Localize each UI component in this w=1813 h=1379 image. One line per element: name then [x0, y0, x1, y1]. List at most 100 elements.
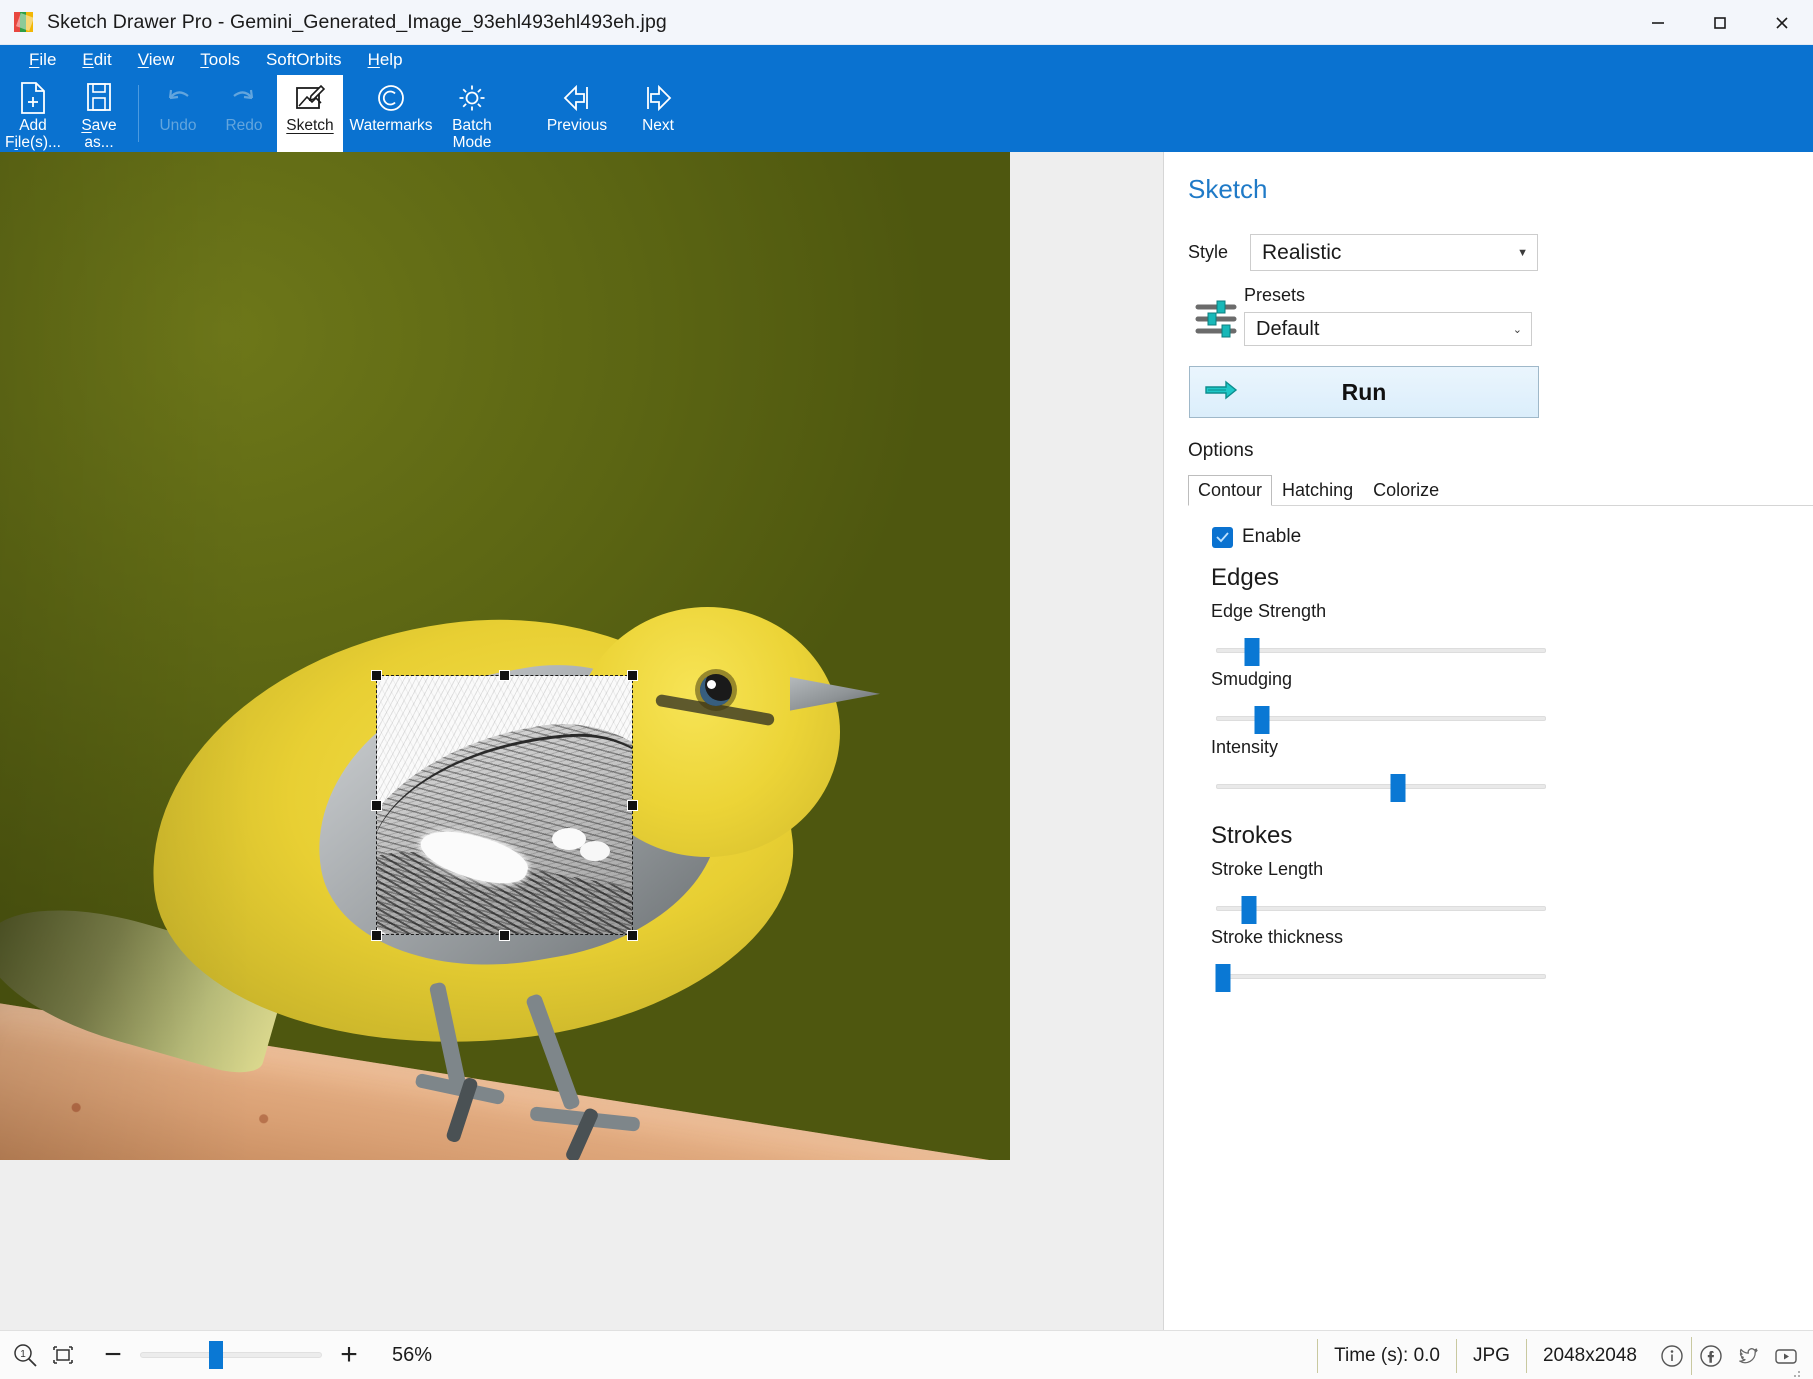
chevron-down-icon: ▼ [1517, 246, 1528, 259]
toolbar-undo-label: Undo [159, 117, 197, 134]
presets-row: Presets Default ⌄ [1188, 285, 1813, 346]
tab-contour[interactable]: Contour [1188, 475, 1273, 506]
menu-help[interactable]: Help [355, 48, 416, 72]
toolbar-watermarks-button[interactable]: Watermarks [343, 75, 439, 152]
menu-edit[interactable]: Edit [69, 48, 124, 72]
toolbar-save-as-button[interactable]: Save as... [66, 75, 132, 152]
bird-eye [700, 674, 732, 706]
enable-checkbox[interactable] [1212, 526, 1233, 548]
facebook-icon[interactable] [1691, 1336, 1729, 1375]
selection-handle-e[interactable] [627, 800, 638, 811]
toolbar-batch-mode-label: Batch Mode [452, 117, 492, 151]
slider-thumb[interactable] [1254, 706, 1270, 734]
selection-handle-s[interactable] [499, 930, 510, 941]
undo-icon [162, 79, 194, 117]
edges-group-heading: Edges [1211, 564, 1280, 591]
minimize-button[interactable] [1627, 0, 1689, 45]
add-file-icon [18, 79, 48, 117]
menu-file-rest: ile [39, 50, 57, 69]
check-icon [1216, 531, 1229, 542]
save-icon [84, 79, 114, 117]
toolbar-batch-mode-button[interactable]: Batch Mode [439, 75, 505, 152]
zoom-percent-label: 56% [392, 1343, 433, 1366]
window-controls [1627, 0, 1813, 45]
close-button[interactable] [1751, 0, 1813, 45]
style-dropdown[interactable]: Realistic ▼ [1250, 234, 1538, 271]
presets-dropdown[interactable]: Default ⌄ [1244, 312, 1532, 346]
toolbar: Add File(s)... Save as... Undo Redo Sket… [0, 75, 1813, 152]
selection-handle-nw[interactable] [371, 670, 382, 681]
zoom-slider-thumb[interactable] [209, 1341, 224, 1369]
toolbar-redo-button[interactable]: Redo [211, 75, 277, 152]
slider-track [1216, 974, 1546, 979]
selection-handle-sw[interactable] [371, 930, 382, 941]
tab-colorize[interactable]: Colorize [1363, 475, 1449, 506]
window-title: Sketch Drawer Pro - Gemini_Generated_Ima… [47, 10, 667, 33]
toolbar-add-files-button[interactable]: Add File(s)... [0, 75, 66, 152]
slider-thumb[interactable] [1244, 638, 1260, 666]
toolbar-save-as-label: Save as... [81, 117, 117, 151]
fit-to-window-icon[interactable] [46, 1338, 80, 1372]
resize-grip[interactable] [1789, 1365, 1801, 1377]
maximize-button[interactable] [1689, 0, 1751, 45]
options-label: Options [1188, 440, 1254, 461]
intensity-slider[interactable] [1216, 774, 1546, 802]
toolbar-previous-button[interactable]: Previous [529, 75, 625, 152]
menu-view[interactable]: View [125, 48, 188, 72]
menu-edit-rest: dit [93, 50, 112, 69]
slider-track [1216, 906, 1546, 911]
intensity-label: Intensity [1211, 737, 1279, 757]
menu-file[interactable]: File [16, 48, 69, 72]
stroke-thickness-slider[interactable] [1215, 964, 1546, 992]
zoom-out-button[interactable]: − [92, 1340, 134, 1370]
selection-handle-n[interactable] [499, 670, 510, 681]
toolbar-gap [505, 75, 529, 152]
arrow-right-icon [641, 79, 675, 117]
title-bar: Sketch Drawer Pro - Gemini_Generated_Ima… [0, 0, 1813, 45]
slider-thumb[interactable] [1215, 964, 1231, 992]
menu-tools[interactable]: Tools [187, 48, 253, 72]
toolbar-sketch-button[interactable]: Sketch [277, 75, 343, 152]
menu-tools-rest: ools [208, 50, 240, 69]
slider-track [1216, 648, 1546, 653]
strokes-group-heading: Strokes [1211, 822, 1293, 849]
menu-softorbits[interactable]: SoftOrbits [253, 48, 355, 72]
tab-hatching[interactable]: Hatching [1272, 475, 1363, 506]
image-canvas[interactable] [0, 152, 1163, 1330]
edge-strength-slider[interactable] [1216, 638, 1546, 666]
style-value: Realistic [1262, 240, 1342, 264]
selection-handle-w[interactable] [371, 800, 382, 811]
selection-handle-se[interactable] [627, 930, 638, 941]
zoom-in-button[interactable]: + [328, 1340, 370, 1370]
stroke-thickness-label: Stroke thickness [1211, 927, 1344, 947]
application-window: Sketch Drawer Pro - Gemini_Generated_Ima… [0, 0, 1813, 1379]
sketch-settings-panel: Sketch Style Realistic ▼ Presets Default… [1163, 152, 1813, 1330]
slider-thumb[interactable] [1241, 896, 1257, 924]
toolbar-previous-label: Previous [546, 117, 608, 134]
panel-title: Sketch [1188, 174, 1268, 204]
gear-icon [456, 79, 488, 117]
status-time: Time (s): 0.0 [1317, 1338, 1456, 1373]
toolbar-next-button[interactable]: Next [625, 75, 691, 152]
stroke-length-slider[interactable] [1216, 896, 1546, 924]
toolbar-separator-1 [138, 85, 139, 142]
zoom-slider[interactable] [140, 1341, 322, 1369]
status-dimensions: 2048x2048 [1525, 1338, 1653, 1373]
menu-bar: File Edit View Tools SoftOrbits Help [0, 45, 1813, 75]
toolbar-undo-button[interactable]: Undo [145, 75, 211, 152]
edge-strength-label: Edge Strength [1211, 601, 1327, 621]
selection-handle-ne[interactable] [627, 670, 638, 681]
smudging-slider[interactable] [1216, 706, 1546, 734]
bird-subject [0, 152, 1010, 1160]
toolbar-next-label: Next [642, 117, 674, 134]
redo-icon [228, 79, 260, 117]
slider-thumb[interactable] [1390, 774, 1405, 802]
chevron-down-icon: ⌄ [1512, 323, 1522, 336]
twitter-icon[interactable] [1729, 1337, 1767, 1375]
run-button[interactable]: Run [1189, 366, 1539, 418]
style-label: Style [1188, 242, 1229, 262]
status-bar: 1 − + 56% Time (s): 0.0 JPG 2048x2048 [0, 1330, 1813, 1379]
info-icon[interactable] [1653, 1337, 1691, 1375]
zoom-one-to-one-icon[interactable]: 1 [8, 1338, 42, 1372]
app-logo-icon [14, 11, 36, 33]
